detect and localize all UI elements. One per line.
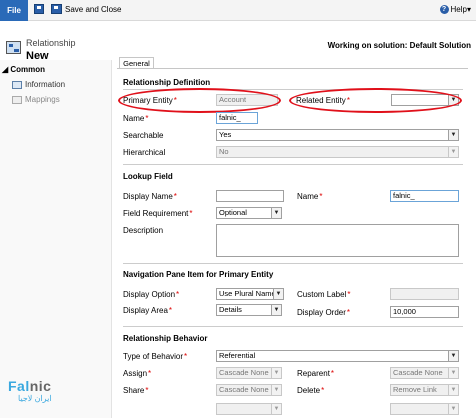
type-of-behavior-label: Type of Behavior*	[123, 352, 188, 361]
chevron-down-icon: ▼	[448, 147, 458, 157]
section-title-relationship-definition: Relationship Definition	[123, 78, 211, 87]
sidebar-item-label: Information	[25, 80, 66, 89]
mappings-icon	[12, 95, 22, 104]
hierarchical-value: No	[219, 147, 229, 156]
merge-select[interactable]: ▼	[390, 403, 459, 415]
form-content: Relationship Definition Primary Entity* …	[117, 68, 468, 418]
field-requirement-select[interactable]: Optional ▼	[216, 207, 282, 219]
custom-label-input[interactable]	[390, 288, 459, 300]
reparent-value: Cascade None	[393, 368, 443, 377]
type-of-behavior-value: Referential	[219, 351, 256, 360]
display-area-label: Display Area*	[123, 306, 173, 315]
display-order-label: Display Order*	[297, 308, 351, 317]
divider	[123, 164, 463, 165]
display-area-value: Details	[219, 305, 242, 314]
assign-label: Assign*	[123, 369, 152, 378]
display-name-input[interactable]	[216, 190, 284, 202]
save-and-close-icon[interactable]	[51, 4, 62, 14]
chevron-down-icon: ▼	[271, 305, 281, 315]
logo-subtext: ایران لاجیا	[18, 394, 52, 403]
sidebar-item-information[interactable]: Information	[12, 80, 65, 89]
file-button[interactable]: File	[0, 0, 28, 21]
custom-label-label: Custom Label*	[297, 290, 351, 299]
lookup-name-label: Name*	[297, 192, 323, 201]
description-textarea[interactable]	[216, 224, 459, 257]
entity-type: Relationship	[26, 38, 76, 48]
help-icon: ?	[439, 5, 449, 15]
watermark-logo: Falnic ایران لاجیا	[8, 378, 52, 403]
share-select[interactable]: Cascade None ▼	[216, 384, 282, 396]
information-icon	[12, 80, 22, 89]
ribbon: File Save and Close ? Help▾	[0, 0, 476, 21]
field-requirement-value: Optional	[219, 208, 247, 217]
delete-value: Remove Link	[393, 385, 437, 394]
share-value: Cascade None	[219, 385, 269, 394]
type-of-behavior-select[interactable]: Referential ▼	[216, 350, 459, 362]
help-menu[interactable]: ? Help▾	[439, 5, 471, 15]
chevron-down-icon: ▼	[448, 130, 458, 140]
sidebar-item-mappings[interactable]: Mappings	[12, 95, 60, 104]
display-name-label: Display Name*	[123, 192, 177, 201]
delete-select[interactable]: Remove Link ▼	[390, 384, 459, 396]
section-title-relationship-behavior: Relationship Behavior	[123, 334, 208, 343]
related-entity-highlight	[289, 88, 462, 113]
description-label: Description	[123, 226, 164, 235]
chevron-down-icon: ▼	[271, 404, 281, 414]
hierarchical-label: Hierarchical	[123, 148, 166, 157]
chevron-down-icon: ▼	[271, 368, 281, 378]
chevron-down-icon: ▼	[448, 404, 458, 414]
delete-label: Delete*	[297, 386, 325, 395]
chevron-down-icon: ▼	[273, 289, 283, 299]
section-title-lookup-field: Lookup Field	[123, 172, 173, 181]
assign-value: Cascade None	[219, 368, 269, 377]
chevron-down-icon: ▼	[448, 385, 458, 395]
chevron-down-icon: ▼	[448, 351, 458, 361]
primary-entity-highlight	[118, 88, 281, 113]
searchable-label: Searchable	[123, 131, 164, 140]
lookup-name-input[interactable]: falnic_	[390, 190, 459, 202]
reparent-label: Reparent*	[297, 369, 335, 378]
sidebar-section-label: Common	[10, 65, 46, 74]
searchable-select[interactable]: Yes ▼	[216, 129, 459, 141]
save-and-close-button[interactable]: Save and Close	[65, 5, 121, 14]
section-title-navigation-pane: Navigation Pane Item for Primary Entity	[123, 270, 274, 279]
name-label: Name*	[123, 114, 149, 123]
name-input[interactable]: falnic_	[216, 112, 258, 124]
divider	[123, 326, 463, 327]
display-option-value: Use Plural Name	[219, 289, 276, 298]
chevron-down-icon: ▼	[271, 208, 281, 218]
display-option-select[interactable]: Use Plural Name ▼	[216, 288, 284, 300]
sidebar-section-common[interactable]: ◢ Common	[2, 65, 45, 74]
display-order-input[interactable]: 10,000	[390, 306, 459, 318]
chevron-down-icon: ▼	[271, 385, 281, 395]
relationship-icon	[6, 41, 21, 54]
display-option-label: Display Option*	[123, 290, 180, 299]
solution-indicator: Working on solution: Default Solution	[327, 41, 471, 50]
assign-select[interactable]: Cascade None ▼	[216, 367, 282, 379]
logo-text: Falnic	[8, 378, 52, 394]
divider	[123, 263, 463, 264]
sidebar: ◢ Common Information Mappings Falnic ایر…	[0, 60, 112, 418]
field-requirement-label: Field Requirement*	[123, 209, 193, 218]
chevron-down-icon: ▼	[448, 368, 458, 378]
reparent-select[interactable]: Cascade None ▼	[390, 367, 459, 379]
save-icon[interactable]	[34, 4, 44, 14]
share-label: Share*	[123, 386, 149, 395]
searchable-value: Yes	[219, 130, 232, 139]
help-caret-icon: ▾	[466, 5, 471, 14]
help-label: Help	[450, 5, 467, 14]
display-area-select[interactable]: Details ▼	[216, 304, 282, 316]
unshare-select[interactable]: ▼	[216, 403, 282, 415]
sidebar-item-label: Mappings	[25, 95, 60, 104]
hierarchical-select[interactable]: No ▼	[216, 146, 459, 158]
